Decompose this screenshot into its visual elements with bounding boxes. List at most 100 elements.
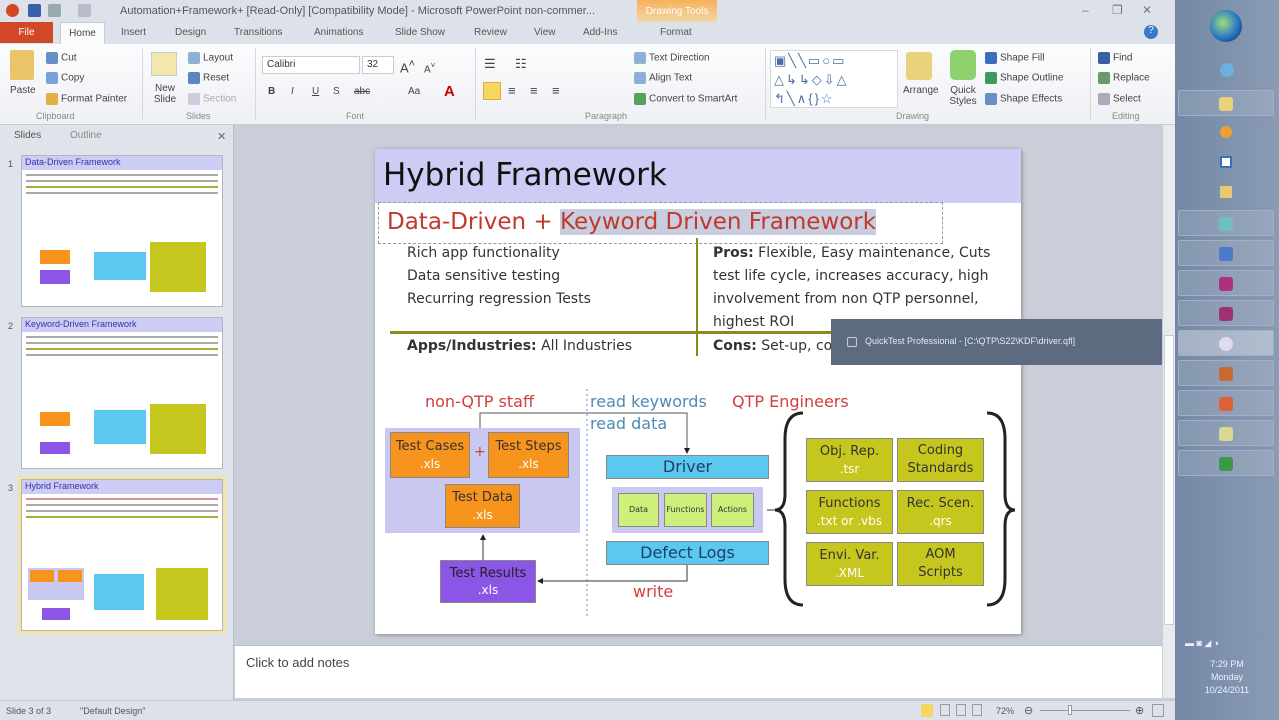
align-text-button[interactable]: Align Text: [634, 72, 692, 84]
coding-standards-box[interactable]: Coding Standards: [897, 438, 984, 482]
cut-button[interactable]: Cut: [46, 52, 77, 64]
italic-button[interactable]: I: [291, 86, 294, 97]
slideshow-button[interactable]: [972, 704, 982, 716]
format-painter-button[interactable]: Format Painter: [46, 93, 127, 105]
taskbar-button[interactable]: [1178, 420, 1274, 446]
shape-outline-button[interactable]: Shape Outline: [985, 72, 1063, 84]
numbering-button[interactable]: ☷: [515, 56, 527, 72]
section-button[interactable]: Section: [188, 93, 236, 105]
shape-fill-button[interactable]: Shape Fill: [985, 52, 1044, 64]
system-clock[interactable]: 7:29 PM Monday 10/24/2011: [1175, 658, 1279, 697]
save-icon[interactable]: [28, 4, 41, 17]
tab-view[interactable]: View: [534, 27, 556, 38]
test-results-box[interactable]: Test Results .xls: [440, 560, 536, 603]
reset-button[interactable]: Reset: [188, 72, 229, 84]
start-button[interactable]: [1210, 10, 1242, 42]
close-pane-icon[interactable]: ✕: [217, 130, 226, 143]
tab-home[interactable]: Home: [60, 22, 105, 44]
new-slide-button[interactable]: New Slide: [149, 83, 181, 105]
theme-name[interactable]: "Default Design": [80, 706, 145, 716]
copy-button[interactable]: Copy: [46, 72, 84, 84]
tab-review[interactable]: Review: [474, 27, 507, 38]
taskbar-button[interactable]: [1178, 90, 1274, 116]
justify-button[interactable]: ≡: [552, 83, 560, 98]
slide-thumbnail-2[interactable]: Keyword-Driven Framework: [21, 317, 223, 469]
slide-thumbnail-1[interactable]: Data-Driven Framework: [21, 155, 223, 307]
align-left-button[interactable]: [483, 82, 501, 100]
taskbar-button-excel[interactable]: [1178, 450, 1274, 476]
align-right-button[interactable]: ≡: [530, 83, 538, 98]
select-button[interactable]: Select: [1098, 93, 1141, 105]
help-icon[interactable]: ?: [1144, 25, 1158, 39]
arrange-button[interactable]: Arrange: [903, 85, 939, 96]
zoom-out-button[interactable]: ⊖: [1024, 704, 1033, 717]
normal-view-button[interactable]: [921, 704, 933, 717]
align-center-button[interactable]: ≡: [508, 83, 516, 98]
taskbar-button[interactable]: [1178, 270, 1274, 296]
slide-canvas[interactable]: Hybrid Framework Data-Driven + Keyword D…: [375, 149, 1021, 634]
notes-placeholder[interactable]: Click to add notes: [246, 655, 349, 670]
tab-file[interactable]: File: [0, 22, 53, 43]
data-box[interactable]: Data: [618, 493, 659, 527]
tray-icons[interactable]: ▬ ◙ ◢ ◖: [1185, 638, 1265, 650]
paste-button[interactable]: Paste: [10, 85, 36, 96]
tab-format[interactable]: Format: [660, 27, 692, 38]
tab-add-ins[interactable]: Add-Ins: [583, 27, 617, 38]
convert-smartart-button[interactable]: Convert to SmartArt: [634, 93, 737, 105]
vertical-scrollbar[interactable]: [1162, 125, 1175, 698]
taskbar-button[interactable]: [1178, 360, 1274, 386]
font-color-button[interactable]: A: [444, 83, 455, 100]
tab-slide-show[interactable]: Slide Show: [395, 27, 445, 38]
font-size-select[interactable]: 32: [362, 56, 394, 74]
tab-insert[interactable]: Insert: [121, 27, 146, 38]
tab-design[interactable]: Design: [175, 27, 206, 38]
functions-lib-box[interactable]: Functions .txt or .vbs: [806, 490, 893, 534]
font-family-select[interactable]: Calibri: [262, 56, 360, 74]
taskbar-button[interactable]: [1178, 300, 1274, 326]
app-icon[interactable]: [1220, 186, 1232, 198]
close-button[interactable]: ✕: [1142, 3, 1152, 17]
taskbar-preview-tooltip[interactable]: QuickTest Professional - [C:\QTP\S22\KDF…: [831, 319, 1175, 365]
bullets-button[interactable]: ☰: [484, 56, 496, 72]
zoom-slider-thumb[interactable]: [1068, 705, 1072, 715]
layout-button[interactable]: Layout: [188, 52, 233, 64]
actions-box[interactable]: Actions: [711, 493, 754, 527]
notes-pane[interactable]: Click to add notes: [235, 645, 1162, 698]
rec-scen-box[interactable]: Rec. Scen. .qrs: [897, 490, 984, 534]
shape-effects-button[interactable]: Shape Effects: [985, 93, 1062, 105]
replace-button[interactable]: Replace: [1098, 72, 1150, 84]
tab-animations[interactable]: Animations: [314, 27, 363, 38]
fit-to-window-button[interactable]: [1152, 704, 1164, 717]
pane-tab-outline[interactable]: Outline: [70, 130, 102, 141]
defect-logs-box[interactable]: Defect Logs: [606, 541, 769, 565]
strikethrough-button[interactable]: abc: [354, 86, 370, 97]
envi-var-box[interactable]: Envi. Var. .XML: [806, 542, 893, 586]
aom-scripts-box[interactable]: AOM Scripts: [897, 542, 984, 586]
zoom-in-button[interactable]: ⊕: [1135, 704, 1144, 717]
driver-box[interactable]: Driver: [606, 455, 769, 479]
bold-button[interactable]: B: [268, 86, 275, 97]
window-icon[interactable]: [1220, 156, 1232, 168]
shadow-button[interactable]: S: [333, 86, 340, 97]
quick-styles-button[interactable]: Quick Styles: [945, 85, 981, 107]
taskbar-button-powerpoint[interactable]: [1178, 390, 1274, 416]
paste-icon[interactable]: [10, 50, 34, 80]
obj-rep-box[interactable]: Obj. Rep. .tsr: [806, 438, 893, 482]
text-direction-button[interactable]: Text Direction: [634, 52, 710, 64]
restore-button[interactable]: ❐: [1112, 3, 1123, 17]
quick-styles-icon[interactable]: [950, 50, 976, 80]
undo-icon[interactable]: [48, 4, 61, 17]
shapes-gallery[interactable]: ▣╲╲▭○▭ △↳↳◇⇩△ ↰╲∧{}☆: [770, 50, 898, 108]
zoom-slider[interactable]: [1040, 710, 1130, 711]
pane-tab-slides[interactable]: Slides: [14, 130, 41, 141]
redo-icon[interactable]: [78, 4, 91, 17]
shrink-font-button[interactable]: A˅: [424, 60, 436, 75]
change-case-button[interactable]: Aa: [408, 86, 420, 97]
zoom-level[interactable]: 72%: [996, 706, 1014, 716]
minimize-button[interactable]: –: [1082, 3, 1089, 17]
reading-view-button[interactable]: [956, 704, 966, 716]
media-icon[interactable]: [1220, 126, 1232, 138]
slide-sorter-button[interactable]: [940, 704, 950, 716]
new-slide-icon[interactable]: [151, 52, 177, 76]
underline-button[interactable]: U: [312, 86, 319, 97]
